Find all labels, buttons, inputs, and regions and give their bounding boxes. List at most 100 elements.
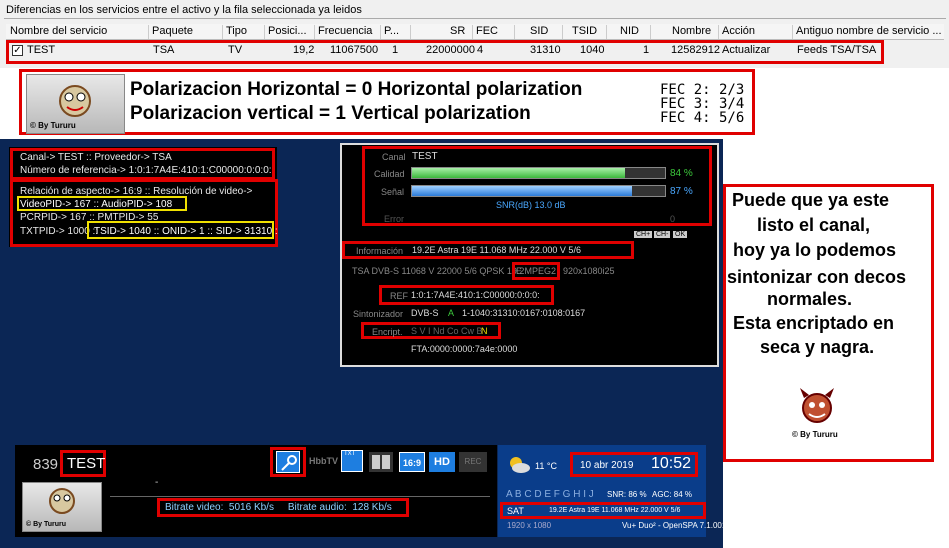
encript-n: N — [481, 326, 488, 336]
col-sep[interactable] — [472, 25, 473, 39]
col-sep[interactable] — [562, 25, 563, 39]
txt-icon-label: TXT — [344, 451, 356, 457]
col-header[interactable]: Acción — [722, 25, 755, 37]
resolution: 1920 x 1080 — [507, 521, 552, 530]
senal-bar — [411, 185, 666, 197]
ch-minus-button[interactable]: CH- — [654, 231, 671, 238]
col-sep[interactable] — [718, 25, 719, 39]
txt-icon: TXT — [341, 450, 363, 472]
aspect-16-9-icon: 16:9 — [399, 452, 425, 472]
row-checkbox[interactable]: ✓ — [12, 45, 23, 56]
devil-mascot-icon — [800, 388, 834, 423]
sintonizador-label: Sintonizador — [353, 309, 404, 319]
cell-sr: 22000000 — [426, 44, 475, 56]
calidad-pct: 84 % — [670, 168, 693, 179]
agc-status: AGC: 84 % — [652, 490, 693, 499]
col-sep[interactable] — [380, 25, 381, 39]
cell-fec: 4 — [477, 44, 484, 56]
tururu-logo-small: © By Tururu — [22, 482, 102, 532]
logo-text: © By Tururu — [26, 521, 67, 528]
canal-value: TEST — [412, 151, 438, 162]
col-header[interactable]: Frecuencia — [318, 25, 372, 37]
col-header[interactable]: Paquete — [152, 25, 193, 37]
col-header[interactable]: P... — [384, 25, 399, 37]
box-model: Vu+ Duo² - OpenSPA 7.1.001 — [622, 521, 727, 530]
video-audio-pid: VideoPID-> 167 :: AudioPID-> 108 — [20, 199, 173, 210]
col-sep[interactable] — [264, 25, 265, 39]
divider — [4, 18, 946, 19]
date: 10 abr 2019 — [580, 460, 634, 471]
tururu-logo: © By Tururu — [26, 74, 125, 134]
col-sep[interactable] — [410, 25, 411, 39]
col-header[interactable]: NID — [620, 25, 639, 37]
progress-line — [110, 496, 490, 497]
col-header[interactable]: SID — [530, 25, 548, 37]
col-header[interactable]: Posici... — [268, 25, 307, 37]
sat-label: SAT — [507, 506, 524, 516]
col-sep[interactable] — [792, 25, 793, 39]
col-sep[interactable] — [222, 25, 223, 39]
key-icon — [276, 451, 300, 473]
note-line: Puede que ya este — [732, 190, 890, 210]
tuner-ids: 1-1040:31310:0167:0108:0167 — [462, 308, 586, 318]
cell-p: 1 — [392, 44, 399, 56]
ref-value: 1:0:1:7A4E:410:1:C00000:0:0:0: — [411, 290, 540, 300]
col-sep[interactable] — [514, 25, 515, 39]
resolution-value: 920x1080i25 — [563, 266, 615, 276]
calidad-bar — [411, 167, 666, 179]
mpeg-value: E MPEG2 — [516, 266, 557, 276]
hbbtv-icon: HbbTV — [309, 456, 338, 466]
col-header[interactable]: Nombre — [672, 25, 711, 37]
cell-sid: 31310 — [530, 44, 561, 56]
tuner-type: DVB-S — [411, 308, 439, 318]
col-header[interactable]: SR — [450, 25, 465, 37]
snr-status: SNR: 86 % — [607, 490, 647, 499]
channel-name: TEST — [67, 455, 106, 472]
ok-button[interactable]: OK — [673, 231, 688, 238]
col-header[interactable]: Tipo — [226, 25, 247, 37]
tuner-letters: A B C D E F G H I J — [506, 489, 594, 500]
weather-icon — [510, 457, 530, 473]
col-header[interactable]: Nombre del servicio — [10, 25, 107, 37]
col-sep[interactable] — [314, 25, 315, 39]
clock: 10:52 — [651, 455, 692, 472]
col-header[interactable]: TSID — [572, 25, 597, 37]
channel-provider: Canal-> TEST :: Proveedor-> TSA — [20, 152, 172, 163]
cell-antiguo: Feeds TSA/TSA — [797, 44, 877, 56]
polarization-horizontal: Polarizacion Horizontal = 0 Horizontal p… — [130, 79, 583, 100]
note-line: sintonizar con decos — [727, 267, 907, 287]
cell-frequency: 11067500 — [330, 44, 379, 56]
cell-tsid: 1040 — [580, 44, 605, 56]
dolby-icon — [369, 452, 393, 472]
note-line: normales. — [767, 289, 853, 309]
note-line: hoy ya lo podemos — [733, 240, 897, 260]
temperature: 11 °C — [535, 461, 557, 471]
mascot-icon — [49, 488, 75, 514]
fec-4: FEC 4: 5/6 — [660, 110, 745, 126]
diff-title: Diferencias en los servicios entre el ac… — [6, 4, 362, 16]
col-header[interactable]: FEC — [476, 25, 498, 37]
tsid-onid-sid: TSID-> 1040 :: ONID-> 1 :: SID-> 31310 : — [94, 226, 278, 237]
senal-pct: 87 % — [670, 186, 693, 197]
error-label: Error — [384, 214, 404, 224]
rec-icon: REC — [459, 452, 487, 472]
note-line: listo el canal, — [757, 215, 871, 235]
senal-label: Señal — [381, 187, 405, 197]
col-sep[interactable] — [606, 25, 607, 39]
col-sep[interactable] — [650, 25, 651, 39]
program-dash: - — [155, 477, 159, 488]
ch-plus-button[interactable]: CH+ — [634, 231, 653, 238]
table-header: Nombre del servicio Paquete Tipo Posici.… — [6, 24, 944, 40]
col-sep[interactable] — [148, 25, 149, 39]
channel-number: 839 — [33, 456, 59, 473]
cell-name: TEST — [27, 44, 56, 56]
snr-value: SNR(dB) 13.0 dB — [496, 200, 566, 210]
cell-position: 19,2 — [293, 44, 315, 56]
note-line: seca y nagra. — [760, 337, 875, 357]
cell-nid: 1 — [643, 44, 650, 56]
fta-value: FTA:0000:0000:7a4e:0000 — [411, 344, 518, 354]
tuner-slot: A — [448, 308, 455, 318]
senal-bar-fill — [412, 186, 633, 196]
col-header[interactable]: Antiguo nombre de servicio ... — [796, 25, 942, 37]
calidad-bar-fill — [412, 168, 625, 178]
